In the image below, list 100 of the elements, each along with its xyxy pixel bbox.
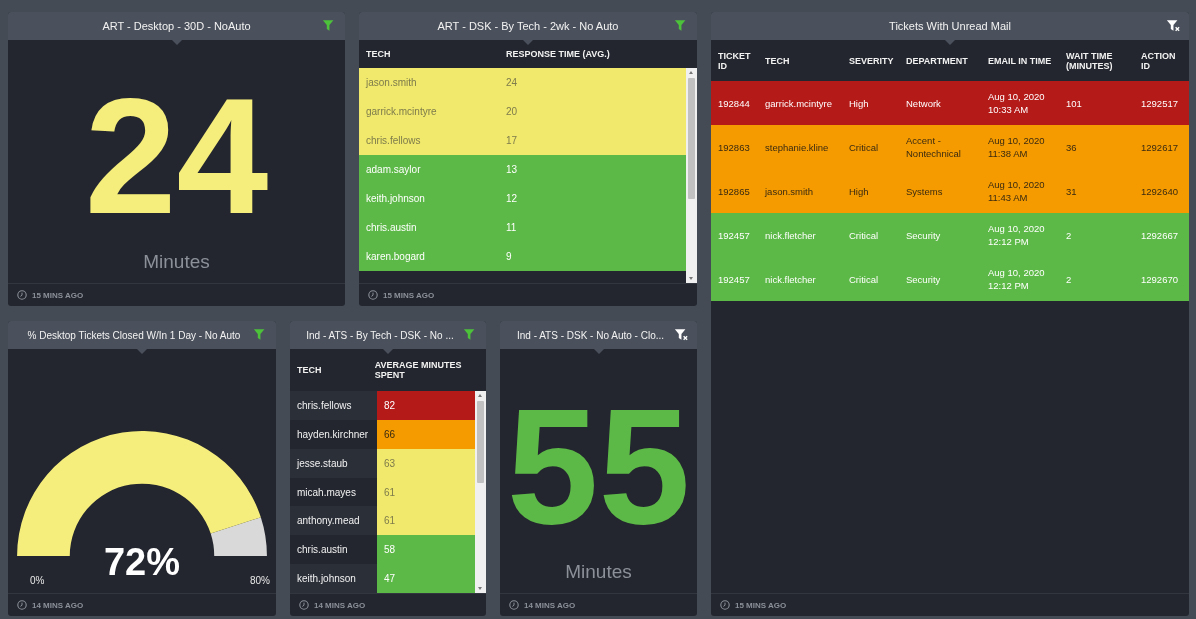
table-row[interactable]: 192844 garrick.mcintyre High Network Aug 10, 2020 10:33 AM 101 1292517 [711, 81, 1189, 125]
widget-title: Tickets With Unread Mail [889, 20, 1011, 32]
table-cell-text: jason.smith [364, 77, 418, 88]
table-row[interactable]: 192865 jason.smith High Systems Aug 10, 2020 11:43 AM 31 1292640 [711, 169, 1189, 213]
table-cell-text: 13 [505, 164, 519, 175]
table-cell-text: 20 [505, 106, 519, 117]
table-cell-text: Systems [905, 184, 944, 198]
big-number: 55 [505, 391, 692, 541]
clock-icon [17, 290, 27, 300]
table-cell-text: High [848, 184, 870, 198]
table-cell-text: nick.fletcher [764, 228, 817, 242]
filter-icon[interactable] [674, 19, 688, 32]
clock-icon [720, 600, 730, 610]
filter-icon[interactable] [322, 19, 336, 32]
clear-filter-icon[interactable] [1166, 19, 1180, 32]
table-cell-text: Aug 10, 2020 10:33 AM [987, 90, 1046, 116]
table-cell-text: chris.fellows [365, 135, 422, 146]
column-header[interactable]: WAIT TIME (MINUTES) [1059, 50, 1134, 71]
column-header[interactable]: EMAIL IN TIME [981, 55, 1059, 66]
column-header[interactable]: ACTION ID [1134, 50, 1189, 71]
column-header[interactable]: DEPARTMENT [899, 55, 981, 66]
table-row[interactable]: jason.smith 24 [359, 68, 686, 97]
column-header[interactable]: SEVERITY [842, 55, 899, 66]
table-cell-text: 1292517 [1140, 96, 1179, 110]
table-cell-text: Aug 10, 2020 12:12 PM [987, 222, 1046, 248]
table-cell-text: adam.saylor [365, 164, 422, 175]
table-cell-text: Aug 10, 2020 11:38 AM [987, 134, 1046, 160]
gauge-max-label: 80% [250, 575, 270, 586]
table-cell: chris.fellows [290, 391, 377, 420]
table-cell-text: 192863 [717, 140, 751, 154]
table-cell-text: 9 [505, 251, 513, 262]
column-header[interactable]: RESPONSE TIME (AVG.) [499, 49, 617, 59]
updated-time: 15 MINS AGO [735, 600, 787, 610]
filter-icon[interactable] [463, 328, 477, 341]
table-cell-text: stephanie.kline [764, 140, 830, 154]
table-cell-text: 192844 [717, 96, 751, 110]
updated-time: 14 MINS AGO [314, 600, 366, 610]
table-cell-text: Accent - Nontechnical [905, 134, 962, 160]
table-cell: 58 [377, 535, 475, 565]
table-cell-text: keith.johnson [365, 193, 426, 204]
clock-icon [509, 600, 519, 610]
updated-time: 15 MINS AGO [32, 290, 84, 300]
column-header[interactable]: TECH [290, 365, 368, 375]
table-cell-text: 192457 [717, 228, 751, 242]
table-cell-text: Security [905, 272, 942, 286]
clear-filter-icon[interactable] [674, 328, 688, 341]
table-cell-text: 192865 [717, 184, 751, 198]
filter-icon[interactable] [253, 328, 267, 341]
table-row[interactable]: 192863 stephanie.kline Critical Accent - Nontechnical Aug 10, 2020 11:38 AM 36 1292617 [711, 125, 1189, 169]
table-row[interactable]: garrick.mcintyre 20 [359, 97, 686, 126]
table-cell-text: 1292617 [1140, 140, 1179, 154]
table-cell-text: 1292640 [1140, 184, 1179, 198]
widget-title: Ind - ATS - By Tech - DSK - No ... [306, 329, 454, 341]
unit-label: Minutes [565, 561, 632, 583]
clock-icon [17, 600, 27, 610]
table-cell-text: 24 [505, 77, 519, 88]
updated-time: 14 MINS AGO [524, 600, 576, 610]
table-cell-text: 31 [1065, 184, 1078, 198]
table-cell-text: Critical [848, 228, 880, 242]
scrollbar[interactable] [475, 391, 486, 593]
scrollbar[interactable] [686, 68, 697, 283]
table-cell-text: High [848, 96, 870, 110]
table-row[interactable]: chris.fellows 17 [359, 126, 686, 155]
table-cell: jesse.staub [290, 448, 377, 478]
table-cell: 47 [377, 564, 475, 593]
table-cell-text: 1292667 [1140, 228, 1179, 242]
table-cell: 66 [377, 419, 475, 449]
widget-title: ART - Desktop - 30D - NoAuto [102, 20, 251, 32]
table-cell: 63 [377, 448, 475, 478]
table-cell-text: chris.austin [365, 222, 418, 233]
table-cell: keith.johnson [290, 564, 377, 593]
table-cell-text: Network [905, 96, 942, 110]
table-cell-text: 1292670 [1140, 272, 1179, 286]
table-cell: anthony.mead [290, 506, 377, 536]
table-cell-text: 11 [505, 222, 518, 233]
clock-icon [299, 600, 309, 610]
gauge-min-label: 0% [30, 575, 45, 586]
table-cell-text: garrick.mcintyre [764, 96, 834, 110]
table-cell-text: karen.bogard [365, 251, 426, 262]
table-cell-text: nick.fletcher [764, 272, 817, 286]
unit-label: Minutes [143, 251, 210, 273]
clock-icon [368, 290, 378, 300]
gauge-value: 72% [102, 541, 182, 584]
column-header[interactable]: TICKET ID [711, 50, 758, 71]
column-header[interactable]: TECH [758, 55, 842, 66]
table-cell-text: 101 [1065, 96, 1083, 110]
column-header[interactable]: TECH [359, 49, 499, 59]
widget-title: ART - DSK - By Tech - 2wk - No Auto [437, 20, 619, 32]
table-cell: 82 [377, 391, 475, 420]
updated-time: 14 MINS AGO [32, 600, 84, 610]
table-cell: 61 [377, 477, 475, 507]
table-cell-text: 36 [1065, 140, 1078, 154]
table-cell-text: 192457 [717, 272, 751, 286]
table-cell-text: 12 [505, 193, 519, 204]
table-cell-text: Critical [848, 272, 880, 286]
column-header[interactable]: AVERAGE MINUTES SPENT [367, 360, 486, 380]
gauge-track [210, 517, 267, 556]
big-number: 24 [83, 81, 270, 231]
updated-time: 15 MINS AGO [383, 290, 435, 300]
table-cell-text: Security [905, 228, 942, 242]
